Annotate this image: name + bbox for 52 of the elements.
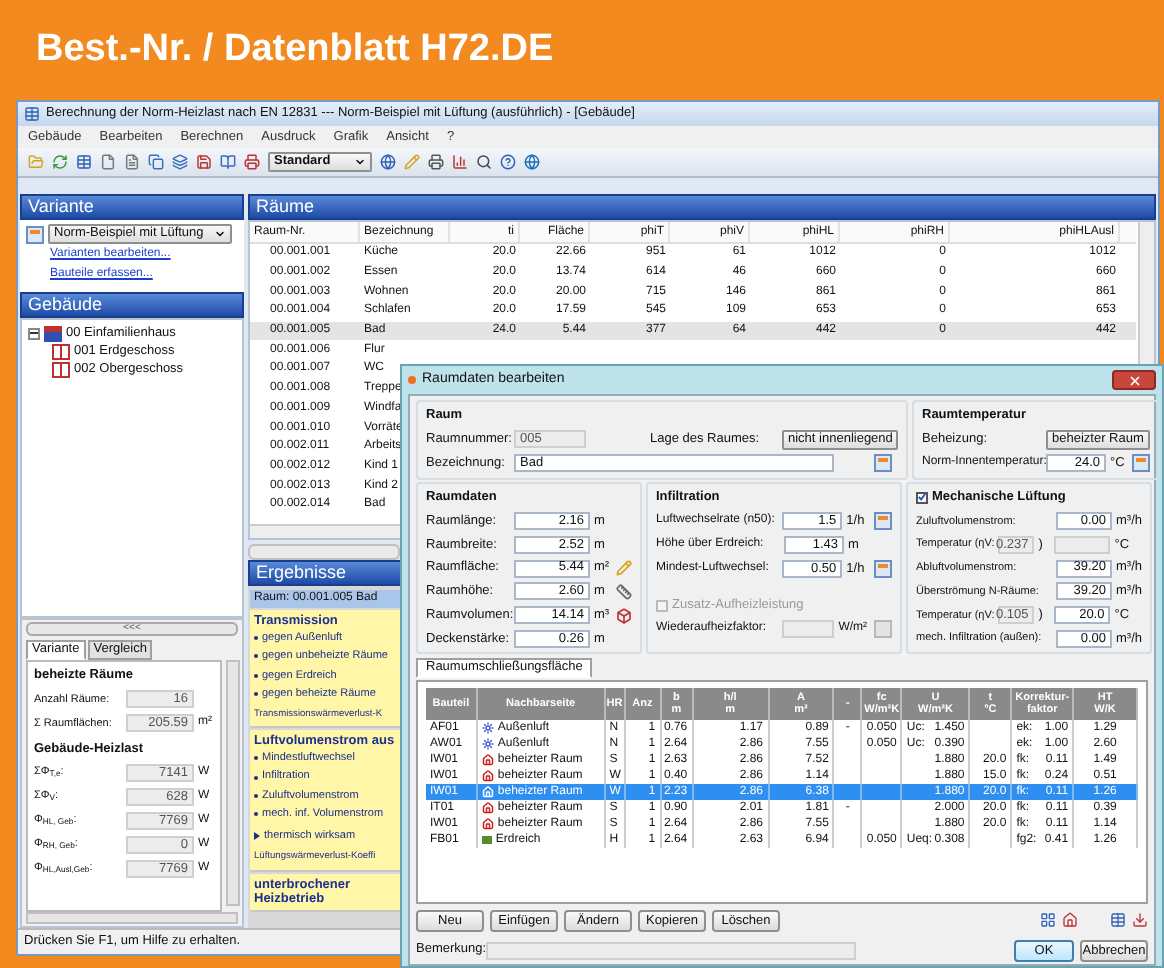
expander-icon[interactable] [28,327,40,339]
caret-icon [354,156,366,168]
printer-icon[interactable] [428,154,444,170]
table-icon[interactable] [76,154,92,170]
building-icon [44,325,62,341]
ground-icon [481,836,492,844]
panel-header: Räume [248,194,1156,220]
table-icon[interactable] [1110,912,1126,928]
house-icon [481,786,494,798]
save-icon[interactable] [196,154,212,170]
form-icon[interactable] [26,225,44,243]
refresh-icon[interactable] [52,154,68,170]
house-icon[interactable] [1062,912,1078,928]
cube-icon[interactable] [616,607,632,624]
house-icon [481,754,494,766]
globe-icon[interactable] [380,154,396,170]
search-icon[interactable] [476,154,492,170]
triangle-icon [254,832,260,841]
dialog-icon [408,376,416,384]
document-icon[interactable] [124,154,140,170]
close-icon [1127,373,1141,387]
panel-header: Variante [20,194,244,220]
help-icon[interactable] [500,154,516,170]
copy-icon[interactable] [148,154,164,170]
remark-field[interactable] [486,941,856,959]
book-icon[interactable] [220,154,236,170]
scrollbar[interactable] [26,912,238,924]
chart-icon[interactable] [452,154,468,170]
grid-icon[interactable] [1040,912,1056,928]
printer-icon[interactable] [244,154,260,170]
ruler-icon[interactable] [616,583,632,600]
page-icon[interactable] [100,154,116,170]
app-icon [24,106,40,122]
house-icon [481,770,494,782]
globe-icon[interactable] [524,154,540,170]
form-icon[interactable] [874,560,892,579]
sun-icon [481,722,494,734]
sun-icon [481,738,494,750]
house-icon [481,818,494,830]
scrollbar[interactable] [226,660,240,906]
download-icon[interactable] [1132,912,1148,928]
banner-title: Best.-Nr. / Datenblatt H72.DE [36,25,554,74]
caret-icon [214,228,226,240]
checkbox[interactable] [916,491,928,504]
panel-header: Ergebnisse [248,560,402,586]
form-icon[interactable] [874,454,892,473]
form-icon[interactable] [1132,454,1150,473]
house-icon [481,802,494,814]
layers-icon[interactable] [172,154,188,170]
form-icon[interactable] [874,512,892,531]
panel-header: Gebäude [20,292,244,318]
close-button[interactable] [1112,370,1156,390]
